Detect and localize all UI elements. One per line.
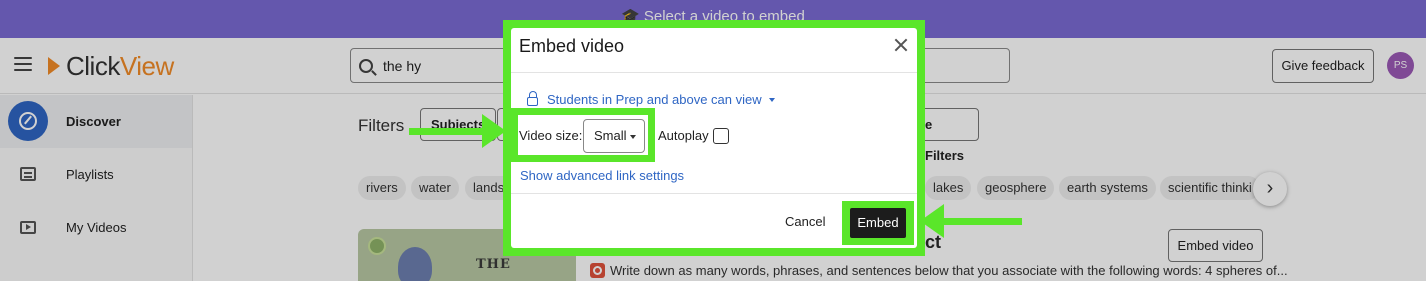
close-icon[interactable] — [894, 38, 908, 52]
cancel-button[interactable]: Cancel — [785, 214, 825, 229]
chevron-down-icon — [768, 97, 775, 102]
video-size-label: Video size: — [519, 128, 583, 143]
permission-dropdown[interactable]: Students in Prep and above can view — [527, 90, 775, 107]
permission-text: Students in Prep and above can view — [547, 92, 762, 107]
divider — [511, 72, 917, 73]
embed-button[interactable]: Embed — [850, 208, 906, 238]
video-size-select[interactable]: Small — [583, 119, 645, 153]
chevron-down-icon — [629, 134, 636, 139]
advanced-link-settings[interactable]: Show advanced link settings — [520, 168, 684, 183]
embed-video-dialog: Embed video Students in Prep and above c… — [511, 28, 917, 248]
divider — [511, 193, 917, 194]
video-size-value: Small — [594, 128, 627, 143]
autoplay-label: Autoplay — [658, 128, 709, 143]
dialog-title: Embed video — [519, 36, 625, 56]
autoplay-checkbox[interactable] — [713, 128, 729, 144]
lock-icon — [527, 90, 538, 106]
